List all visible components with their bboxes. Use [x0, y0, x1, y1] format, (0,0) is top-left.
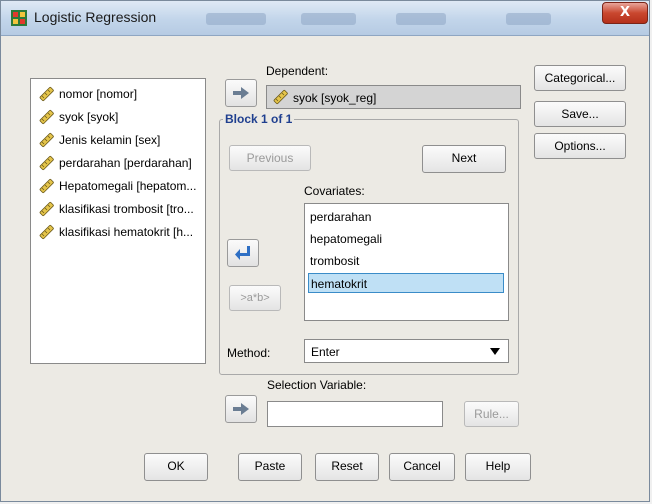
window-title: Logistic Regression — [34, 9, 157, 25]
spss-app-icon — [11, 10, 27, 26]
selection-variable-field[interactable] — [267, 401, 443, 427]
covariate-list-item[interactable]: perdarahan — [308, 207, 504, 227]
interaction-button[interactable]: >a*b> — [229, 285, 281, 311]
options-button[interactable]: Options... — [534, 133, 626, 159]
variable-label: Hepatomegali [hepatom... — [59, 179, 197, 193]
ruler-pencil-icon — [37, 131, 55, 149]
dependent-field[interactable]: syok [syok_reg] — [266, 85, 521, 109]
save-button[interactable]: Save... — [534, 101, 626, 127]
ruler-pencil-icon — [37, 177, 55, 195]
reset-button[interactable]: Reset — [315, 453, 379, 481]
covariate-list-item[interactable]: hematokrit — [308, 273, 504, 293]
covariates-list[interactable]: perdarahan hepatomegali trombosit hematokri… — [304, 203, 509, 321]
variable-label: klasifikasi hematokrit [h... — [59, 225, 194, 239]
dropdown-arrow-icon — [490, 348, 500, 355]
curved-arrow-icon — [235, 246, 250, 260]
title-bar[interactable]: Logistic Regression X — [1, 1, 649, 36]
dependent-value: syok [syok_reg] — [293, 91, 377, 105]
paste-button[interactable]: Paste — [238, 453, 302, 481]
source-variable-list[interactable]: nomor [nomor] syok [syok] Jenis kelamin [s… — [30, 78, 206, 364]
move-to-selection-button[interactable] — [225, 395, 257, 423]
variable-label: nomor [nomor] — [59, 87, 138, 101]
ruler-pencil-icon — [37, 223, 55, 241]
variable-label: perdarahan [perdarahan] — [59, 156, 192, 170]
background-tab — [301, 13, 356, 25]
method-label: Method: — [227, 346, 271, 360]
variable-label: syok [syok] — [59, 110, 119, 124]
covariate-list-item[interactable]: trombosit — [308, 251, 504, 271]
right-arrow-icon — [231, 401, 251, 417]
ruler-pencil-icon — [37, 200, 55, 218]
variable-label: Jenis kelamin [sex] — [59, 133, 161, 147]
close-button[interactable]: X — [602, 2, 648, 24]
cancel-button[interactable]: Cancel — [389, 453, 455, 481]
ok-button[interactable]: OK — [144, 453, 208, 481]
rule-button[interactable]: Rule... — [464, 401, 519, 427]
background-tab — [396, 13, 446, 25]
variable-label: klasifikasi trombosit [tro... — [59, 202, 194, 216]
ruler-pencil-icon — [37, 108, 55, 126]
logistic-regression-dialog: Logistic Regression X nomor [nomor] syok … — [0, 0, 650, 502]
move-to-covariates-button[interactable] — [227, 239, 259, 267]
previous-button[interactable]: Previous — [229, 145, 311, 171]
help-button[interactable]: Help — [465, 453, 531, 481]
next-button[interactable]: Next — [422, 145, 506, 173]
background-tab — [206, 13, 266, 25]
covariate-list-item[interactable]: hepatomegali — [308, 229, 504, 249]
ruler-pencil-icon — [37, 154, 55, 172]
covariates-label: Covariates: — [304, 184, 365, 198]
ruler-pencil-icon — [271, 88, 289, 106]
right-arrow-icon — [231, 85, 251, 101]
dependent-label: Dependent: — [266, 64, 329, 78]
method-value: Enter — [311, 345, 340, 359]
block-title: Block 1 of 1 — [223, 112, 295, 126]
close-icon: X — [619, 5, 631, 20]
ruler-pencil-icon — [37, 85, 55, 103]
method-select[interactable]: Enter — [304, 339, 509, 363]
background-tab — [506, 13, 551, 25]
selection-variable-label: Selection Variable: — [267, 378, 367, 392]
categorical-button[interactable]: Categorical... — [534, 65, 626, 91]
move-to-dependent-button[interactable] — [225, 79, 257, 107]
